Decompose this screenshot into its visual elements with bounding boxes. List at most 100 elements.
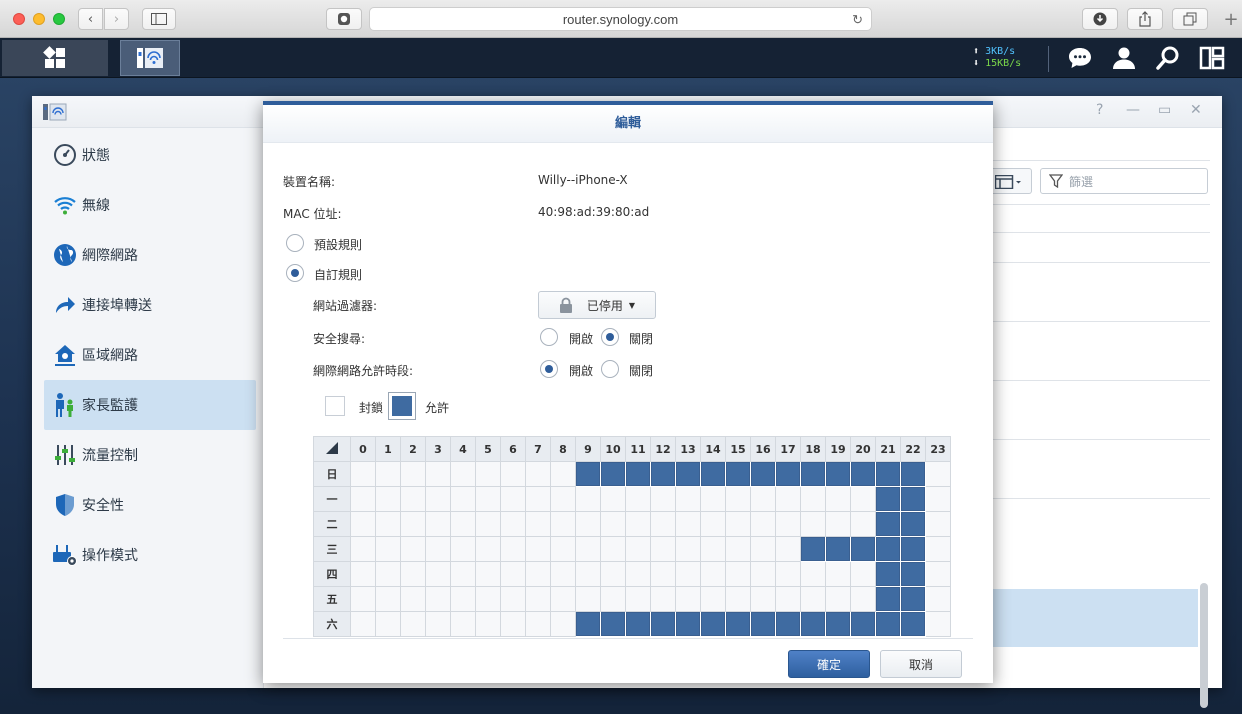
schedule-cell-allowed[interactable] (800, 536, 826, 562)
widgets-button[interactable] (1198, 44, 1226, 72)
share-button[interactable] (1127, 8, 1163, 30)
schedule-cell-blocked[interactable] (750, 511, 776, 537)
user-menu-button[interactable] (1110, 44, 1138, 72)
schedule-cell-blocked[interactable] (350, 586, 376, 612)
schedule-cell-blocked[interactable] (550, 486, 576, 512)
schedule-cell-blocked[interactable] (650, 586, 676, 612)
schedule-cell-allowed[interactable] (875, 611, 901, 637)
schedule-cell-blocked[interactable] (500, 511, 526, 537)
schedule-cell-blocked[interactable] (625, 561, 651, 587)
schedule-cell-blocked[interactable] (775, 536, 801, 562)
sidebar-item-security[interactable]: 安全性 (44, 480, 256, 530)
schedule-cell-allowed[interactable] (800, 461, 826, 487)
schedule-cell-blocked[interactable] (400, 611, 426, 637)
schedule-cell-blocked[interactable] (550, 536, 576, 562)
schedule-cell-blocked[interactable] (775, 511, 801, 537)
sidebar-item-internet[interactable]: 網際網路 (44, 230, 256, 280)
schedule-cell-allowed[interactable] (775, 461, 801, 487)
scrollbar[interactable] (1200, 583, 1208, 708)
schedule-cell-blocked[interactable] (525, 611, 551, 637)
cancel-button[interactable]: 取消 (880, 650, 962, 678)
schedule-cell-blocked[interactable] (625, 511, 651, 537)
schedule-cell-blocked[interactable] (775, 561, 801, 587)
schedule-cell-allowed[interactable] (575, 461, 601, 487)
schedule-cell-blocked[interactable] (525, 561, 551, 587)
tabs-overview-button[interactable] (1172, 8, 1208, 30)
help-icon[interactable]: ? (1096, 102, 1103, 118)
sidebar-toggle-button[interactable] (142, 8, 176, 30)
schedule-cell-allowed[interactable] (675, 611, 701, 637)
close-window-button[interactable] (13, 13, 25, 25)
schedule-cell-blocked[interactable] (350, 486, 376, 512)
schedule-cell-allowed[interactable] (875, 511, 901, 537)
schedule-cell-blocked[interactable] (400, 536, 426, 562)
schedule-cell-blocked[interactable] (925, 586, 951, 612)
sidebar-item-port-forwarding[interactable]: 連接埠轉送 (44, 280, 256, 330)
hour-header[interactable]: 12 (650, 436, 676, 462)
schedule-cell-blocked[interactable] (925, 561, 951, 587)
schedule-cell-blocked[interactable] (925, 486, 951, 512)
hour-header[interactable]: 23 (925, 436, 951, 462)
schedule-cell-blocked[interactable] (600, 511, 626, 537)
hour-header[interactable]: 19 (825, 436, 851, 462)
schedule-cell-allowed[interactable] (900, 511, 926, 537)
schedule-cell-blocked[interactable] (800, 486, 826, 512)
minimize-icon[interactable]: — (1126, 102, 1140, 118)
schedule-cell-blocked[interactable] (525, 511, 551, 537)
schedule-cell-allowed[interactable] (750, 611, 776, 637)
schedule-cell-blocked[interactable] (350, 511, 376, 537)
schedule-cell-blocked[interactable] (800, 511, 826, 537)
hour-header[interactable]: 4 (450, 436, 476, 462)
schedule-cell-blocked[interactable] (350, 536, 376, 562)
schedule-cell-blocked[interactable] (400, 586, 426, 612)
hour-header[interactable]: 14 (700, 436, 726, 462)
schedule-cell-blocked[interactable] (550, 586, 576, 612)
schedule-cell-blocked[interactable] (750, 536, 776, 562)
schedule-cell-blocked[interactable] (675, 586, 701, 612)
hour-header[interactable]: 6 (500, 436, 526, 462)
schedule-cell-blocked[interactable] (725, 561, 751, 587)
schedule-cell-blocked[interactable] (625, 536, 651, 562)
select-all-corner[interactable] (313, 436, 351, 462)
schedule-cell-blocked[interactable] (600, 586, 626, 612)
schedule-cell-blocked[interactable] (400, 561, 426, 587)
day-header[interactable]: 三 (313, 536, 351, 562)
schedule-cell-blocked[interactable] (450, 486, 476, 512)
schedule-cell-blocked[interactable] (400, 486, 426, 512)
schedule-cell-blocked[interactable] (450, 611, 476, 637)
hour-header[interactable]: 11 (625, 436, 651, 462)
schedule-cell-blocked[interactable] (525, 536, 551, 562)
schedule-cell-blocked[interactable] (675, 486, 701, 512)
schedule-cell-blocked[interactable] (775, 586, 801, 612)
schedule-cell-blocked[interactable] (425, 486, 451, 512)
schedule-cell-blocked[interactable] (750, 486, 776, 512)
schedule-cell-allowed[interactable] (900, 586, 926, 612)
sidebar-item-traffic-control[interactable]: 流量控制 (44, 430, 256, 480)
schedule-cell-blocked[interactable] (650, 536, 676, 562)
sidebar-item-parental-control[interactable]: 家長監護 (44, 380, 256, 430)
schedule-cell-blocked[interactable] (575, 536, 601, 562)
reload-icon[interactable]: ↻ (852, 12, 863, 28)
downloads-button[interactable] (1082, 8, 1118, 30)
maximize-icon[interactable]: ▭ (1158, 102, 1171, 118)
schedule-cell-blocked[interactable] (825, 511, 851, 537)
schedule-cell-blocked[interactable] (475, 511, 501, 537)
schedule-cell-allowed[interactable] (750, 461, 776, 487)
schedule-cell-blocked[interactable] (450, 461, 476, 487)
schedule-cell-allowed[interactable] (900, 486, 926, 512)
schedule-cell-allowed[interactable] (850, 536, 876, 562)
schedule-cell-blocked[interactable] (400, 511, 426, 537)
schedule-cell-blocked[interactable] (500, 536, 526, 562)
schedule-cell-allowed[interactable] (825, 461, 851, 487)
schedule-cell-blocked[interactable] (550, 461, 576, 487)
search-button[interactable] (1154, 44, 1182, 72)
hour-header[interactable]: 16 (750, 436, 776, 462)
schedule-cell-blocked[interactable] (475, 486, 501, 512)
schedule-cell-blocked[interactable] (425, 586, 451, 612)
schedule-cell-blocked[interactable] (475, 461, 501, 487)
main-menu-button[interactable] (2, 40, 108, 76)
day-header[interactable]: 一 (313, 486, 351, 512)
schedule-cell-blocked[interactable] (450, 511, 476, 537)
schedule-cell-allowed[interactable] (625, 611, 651, 637)
view-toggle-button[interactable] (992, 168, 1032, 194)
